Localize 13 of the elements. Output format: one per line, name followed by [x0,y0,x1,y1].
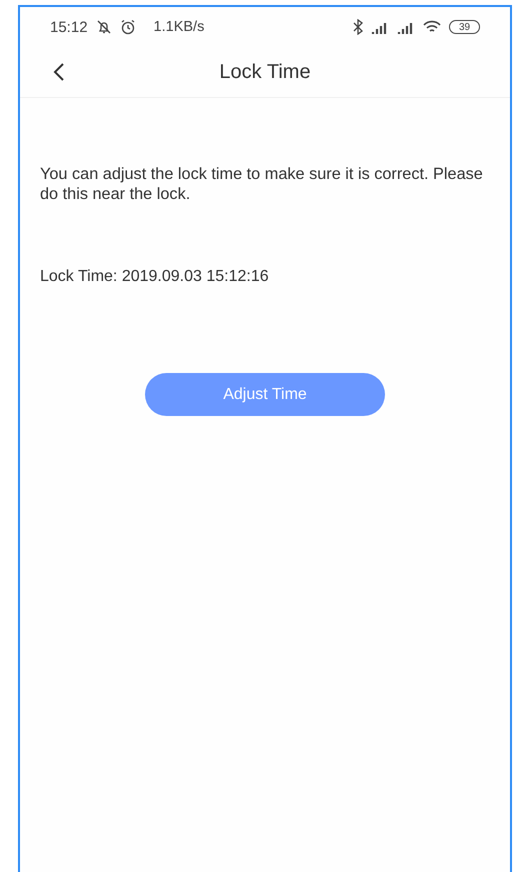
network-speed: 1.1KB/s [154,19,204,35]
battery-level: 39 [449,20,480,34]
description-text: You can adjust the lock time to make sure it is correct. Please do this near the lock. [40,164,484,204]
adjust-time-button[interactable]: Adjust Time [145,373,385,416]
signal-icon [371,20,389,34]
page-title: Lock Time [219,60,311,84]
alarm-clock-icon [120,19,136,35]
signal-icon [397,20,415,34]
bluetooth-icon [353,19,363,35]
lock-time-text: Lock Time: 2019.09.03 15:12:16 [40,268,270,286]
wifi-icon [423,20,441,34]
muted-bell-icon [96,19,112,35]
status-time: 15:12 [50,18,88,36]
